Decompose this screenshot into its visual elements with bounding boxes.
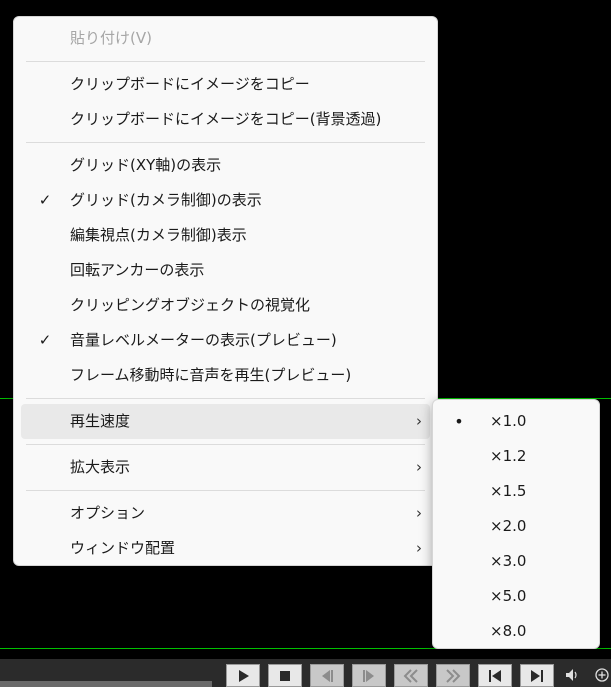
stop-button[interactable] xyxy=(268,664,302,687)
stop-icon xyxy=(280,671,290,681)
next-frame-button[interactable] xyxy=(352,664,386,687)
play-button[interactable] xyxy=(226,664,260,687)
chevron-right-icon: › xyxy=(416,539,422,557)
menu-item-options[interactable]: オプション › xyxy=(21,496,430,531)
menu-item-label: グリッド(XY軸)の表示 xyxy=(70,156,222,174)
speed-option-label: ×1.0 xyxy=(490,412,527,430)
menu-item-zoom[interactable]: 拡大表示 › xyxy=(21,450,430,485)
menu-item-label: 回転アンカーの表示 xyxy=(70,261,205,279)
menu-item-frame-audio[interactable]: フレーム移動時に音声を再生(プレビュー) xyxy=(21,358,430,393)
rewind-button[interactable] xyxy=(394,664,428,687)
menu-item-label: クリップボードにイメージをコピー(背景透過) xyxy=(70,110,382,128)
chevron-right-icon: › xyxy=(416,412,422,430)
menu-item-volume-meter[interactable]: ✓ 音量レベルメーターの表示(プレビュー) xyxy=(21,323,430,358)
menu-item-playback-speed[interactable]: 再生速度 › xyxy=(21,404,430,439)
speed-option[interactable]: ×8.0 xyxy=(437,614,595,649)
menu-item-label: 編集視点(カメラ制御)表示 xyxy=(70,226,247,244)
menu-item-edit-viewpoint[interactable]: 編集視点(カメラ制御)表示 xyxy=(21,218,430,253)
menu-item-label: オプション xyxy=(70,504,146,522)
radio-bullet-icon: • xyxy=(454,412,464,431)
volume-icon[interactable] xyxy=(565,668,581,687)
menu-item-label: グリッド(カメラ制御)の表示 xyxy=(70,191,262,209)
menu-item-label: フレーム移動時に音声を再生(プレビュー) xyxy=(70,366,352,384)
menu-item-label: 拡大表示 xyxy=(70,458,131,476)
playback-speed-submenu: • ×1.0 ×1.2 ×1.5 ×2.0 ×3.0 ×5.0 ×8.0 xyxy=(432,399,600,649)
prev-frame-button[interactable] xyxy=(310,664,344,687)
zoom-in-icon[interactable] xyxy=(595,668,609,687)
menu-item-clipping-visualize[interactable]: クリッピングオブジェクトの視覚化 xyxy=(21,288,430,323)
double-chevron-left-icon xyxy=(403,669,418,683)
menu-separator xyxy=(26,444,425,445)
step-forward-icon xyxy=(363,670,374,682)
step-back-icon xyxy=(322,670,333,682)
menu-item-label: ウィンドウ配置 xyxy=(70,539,176,557)
speed-option[interactable]: ×3.0 xyxy=(437,544,595,579)
play-icon xyxy=(239,670,249,682)
checkmark-icon: ✓ xyxy=(38,331,52,349)
speed-option-label: ×5.0 xyxy=(490,587,527,605)
speaker-icon xyxy=(566,669,577,681)
menu-item-grid-xy[interactable]: グリッド(XY軸)の表示 xyxy=(21,148,430,183)
speed-option-label: ×2.0 xyxy=(490,517,527,535)
speed-option[interactable]: • ×1.0 xyxy=(437,404,595,439)
menu-separator xyxy=(26,490,425,491)
skip-to-end-icon xyxy=(531,670,543,682)
menu-item-window-layout[interactable]: ウィンドウ配置 › xyxy=(21,531,430,566)
menu-item-paste: 貼り付け(V) xyxy=(21,21,430,56)
menu-item-label: クリッピングオブジェクトの視覚化 xyxy=(70,296,311,314)
menu-item-copy-image-transparent[interactable]: クリップボードにイメージをコピー(背景透過) xyxy=(21,102,430,137)
skip-to-start-icon xyxy=(489,670,501,682)
seek-bar[interactable] xyxy=(0,681,212,687)
preview-canvas[interactable]: 貼り付け(V) クリップボードにイメージをコピー クリップボードにイメージをコピ… xyxy=(0,0,611,687)
playback-toolbar xyxy=(0,659,611,687)
menu-item-copy-image[interactable]: クリップボードにイメージをコピー xyxy=(21,67,430,102)
menu-item-label: クリップボードにイメージをコピー xyxy=(70,75,310,93)
menu-item-label: 音量レベルメーターの表示(プレビュー) xyxy=(70,331,337,349)
jump-start-button[interactable] xyxy=(478,664,512,687)
double-chevron-right-icon xyxy=(446,669,461,683)
checkmark-icon: ✓ xyxy=(38,191,52,209)
speed-option[interactable]: ×2.0 xyxy=(437,509,595,544)
speed-option-label: ×1.2 xyxy=(490,447,527,465)
speed-option[interactable]: ×1.2 xyxy=(437,439,595,474)
jump-end-button[interactable] xyxy=(520,664,554,687)
chevron-right-icon: › xyxy=(416,458,422,476)
speed-option[interactable]: ×1.5 xyxy=(437,474,595,509)
speed-option-label: ×8.0 xyxy=(490,622,527,640)
plus-circle-icon xyxy=(595,668,609,682)
menu-item-grid-camera[interactable]: ✓ グリッド(カメラ制御)の表示 xyxy=(21,183,430,218)
menu-separator xyxy=(26,142,425,143)
context-menu: 貼り付け(V) クリップボードにイメージをコピー クリップボードにイメージをコピ… xyxy=(13,16,438,566)
menu-separator xyxy=(26,398,425,399)
menu-item-label: 貼り付け(V) xyxy=(70,29,152,47)
menu-item-rotation-anchor[interactable]: 回転アンカーの表示 xyxy=(21,253,430,288)
chevron-right-icon: › xyxy=(416,504,422,522)
speed-option-label: ×1.5 xyxy=(490,482,527,500)
menu-separator xyxy=(26,61,425,62)
menu-item-label: 再生速度 xyxy=(70,412,131,430)
fast-forward-button[interactable] xyxy=(436,664,470,687)
speed-option-label: ×3.0 xyxy=(490,552,527,570)
speed-option[interactable]: ×5.0 xyxy=(437,579,595,614)
